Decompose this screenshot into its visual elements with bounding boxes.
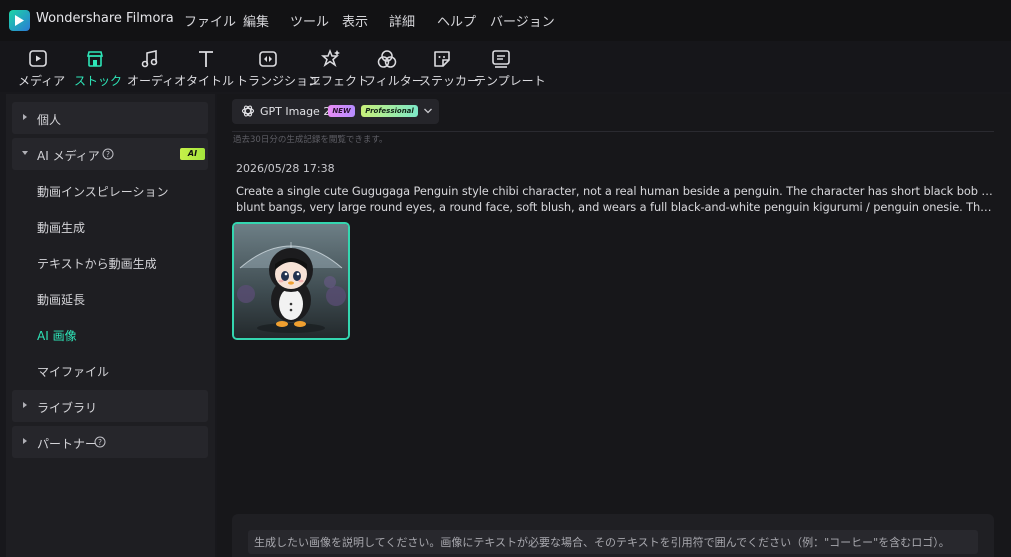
sidebar-group-library-label: ライブラリ: [37, 401, 98, 415]
tool-filter[interactable]: フィルター: [364, 41, 424, 92]
menu-help[interactable]: ヘルプ: [437, 11, 476, 30]
audio-icon: [141, 50, 158, 68]
tool-template[interactable]: テンプレート: [474, 41, 546, 92]
sidebar: 個人 AI メディア ? AI 動画インスピレーション 動画生成 テキストから動…: [6, 94, 215, 557]
menu-version[interactable]: バージョン: [490, 11, 555, 30]
chevron-down-icon: [424, 108, 432, 114]
tool-sticker[interactable]: ステッカー: [419, 41, 480, 92]
sidebar-group-library[interactable]: ライブラリ: [12, 390, 208, 422]
tool-stock-label: ストック: [74, 74, 123, 88]
sidebar-item-ai-image[interactable]: AI 画像: [12, 318, 208, 350]
title-icon: [199, 51, 213, 67]
svg-text:?: ?: [106, 150, 110, 159]
tool-transition[interactable]: トランジション: [236, 41, 321, 92]
tool-media-label: メディア: [18, 74, 66, 88]
menu-edit[interactable]: 編集: [243, 11, 269, 30]
prompt-input[interactable]: [248, 530, 978, 554]
generated-image-thumbnail[interactable]: [232, 222, 350, 340]
generation-prompt-line-2: blunt bangs, very large round eyes, a ro…: [236, 200, 996, 214]
filter-icon: [377, 50, 397, 68]
sidebar-item-my-files[interactable]: マイファイル: [12, 354, 208, 386]
sidebar-item-video-inspiration[interactable]: 動画インスピレーション: [12, 174, 208, 206]
sidebar-item-label: 動画生成: [37, 221, 86, 235]
sidebar-item-label: AI 画像: [37, 329, 77, 343]
sidebar-item-video-extend[interactable]: 動画延長: [12, 282, 208, 314]
svg-text:?: ?: [98, 438, 102, 447]
caret-down-icon: [22, 151, 28, 155]
help-icon[interactable]: ?: [102, 148, 114, 160]
stock-icon: [86, 51, 104, 67]
filmora-logo-icon: [9, 10, 30, 31]
sidebar-group-ai-media[interactable]: AI メディア ? AI: [12, 138, 208, 170]
tool-effect-label: エフェクト: [309, 74, 370, 88]
new-badge: NEW: [328, 105, 355, 117]
menu-view[interactable]: 表示: [342, 11, 368, 30]
sidebar-item-label: 動画延長: [37, 293, 86, 307]
transition-icon: [259, 51, 277, 67]
sidebar-group-partner[interactable]: パートナー ?: [12, 426, 208, 458]
tool-filter-label: フィルター: [364, 74, 424, 88]
tool-effect[interactable]: エフェクト: [309, 41, 370, 92]
tool-media[interactable]: メディア: [18, 41, 66, 92]
menu-file[interactable]: ファイル: [184, 11, 236, 30]
model-name: GPT Image 2: [260, 105, 331, 118]
sidebar-item-label: テキストから動画生成: [37, 257, 157, 271]
professional-badge: Professional: [361, 105, 418, 117]
tool-template-label: テンプレート: [474, 74, 546, 88]
media-icon: [29, 50, 47, 67]
caret-right-icon: [23, 114, 27, 120]
ai-badge: AI: [180, 148, 205, 160]
sidebar-item-text-to-video[interactable]: テキストから動画生成: [12, 246, 208, 278]
prompt-input-panel: [232, 514, 994, 557]
history-note: 過去30日分の生成記録を閲覧できます。: [233, 135, 388, 145]
penguin-character-image: [234, 224, 348, 338]
divider: [232, 131, 994, 132]
sidebar-group-ai-media-label: AI メディア: [37, 149, 100, 163]
generation-prompt-line-1: Create a single cute Gugugaga Penguin st…: [236, 184, 996, 198]
tool-title-label: タイトル: [186, 74, 235, 88]
menu-advanced[interactable]: 詳細: [389, 11, 415, 30]
tool-sticker-label: ステッカー: [419, 74, 480, 88]
openai-icon: [241, 105, 255, 117]
sidebar-item-label: 動画インスピレーション: [37, 185, 169, 199]
menu-tools[interactable]: ツール: [290, 11, 329, 30]
help-icon[interactable]: ?: [94, 436, 106, 448]
sidebar-item-label: マイファイル: [37, 365, 110, 379]
tool-stock[interactable]: ストック: [74, 41, 123, 92]
sidebar-group-personal[interactable]: 個人: [12, 102, 208, 134]
caret-right-icon: [23, 438, 27, 444]
app-title: Wondershare Filmora: [36, 11, 174, 26]
generation-timestamp: 2026/05/28 17:38: [236, 162, 335, 175]
top-toolbar: メディア ストック オーディオ タイトル トランジション エフェクト フィルター…: [0, 41, 1011, 133]
title-bar: Wondershare Filmora ファイル 編集 ツール 表示 詳細 ヘル…: [0, 0, 1011, 41]
sidebar-group-personal-label: 個人: [37, 113, 62, 127]
tool-audio-label: オーディオ: [127, 74, 187, 88]
caret-right-icon: [23, 402, 27, 408]
tool-audio[interactable]: オーディオ: [127, 41, 187, 92]
sidebar-item-video-generation[interactable]: 動画生成: [12, 210, 208, 242]
model-selector[interactable]: GPT Image 2 NEW Professional: [232, 99, 439, 124]
tool-transition-label: トランジション: [236, 74, 321, 88]
sticker-icon: [434, 51, 450, 67]
template-icon: [492, 50, 510, 68]
effect-icon: [321, 48, 340, 67]
sidebar-group-partner-label: パートナー: [37, 437, 98, 451]
tool-title[interactable]: タイトル: [186, 41, 235, 92]
